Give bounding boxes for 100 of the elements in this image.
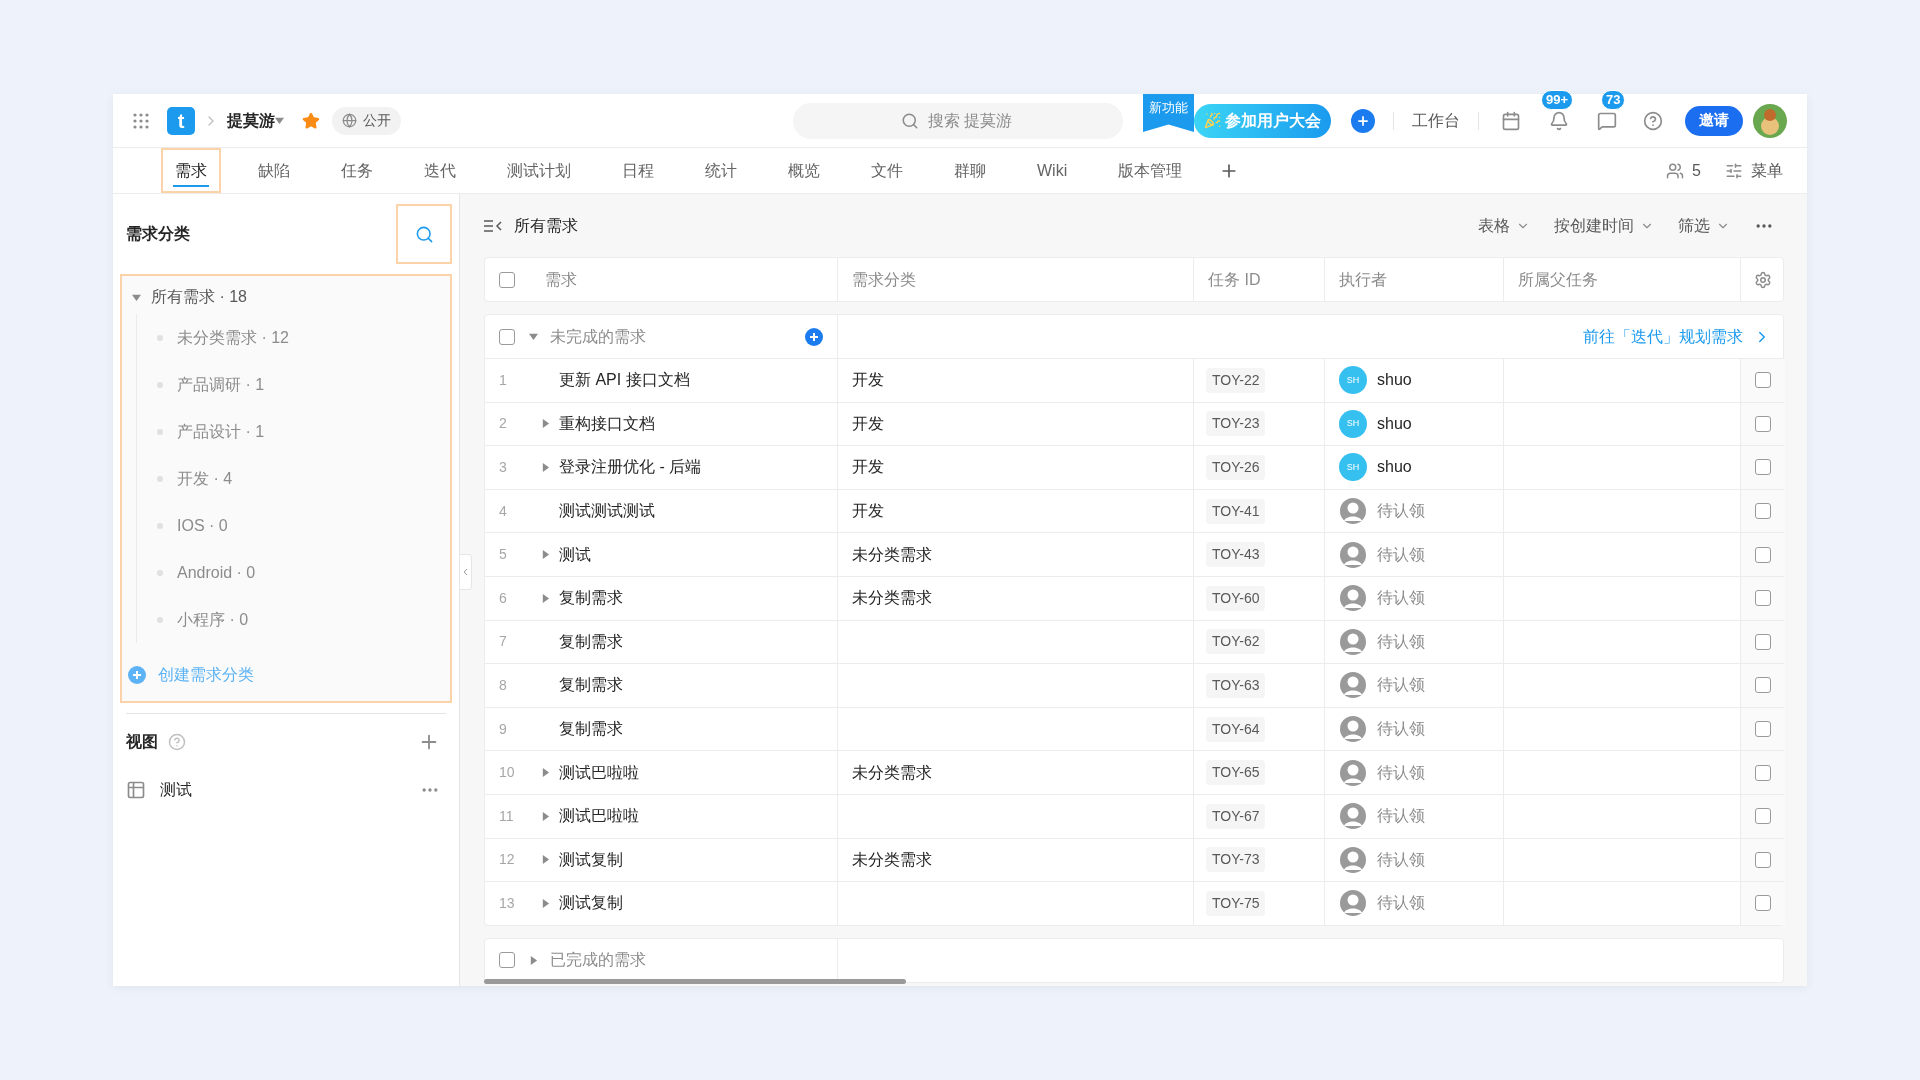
group-title[interactable]: 已完成的需求 bbox=[550, 948, 646, 973]
assignee-name: 待认领 bbox=[1377, 501, 1425, 522]
assignee-name: shuo bbox=[1377, 413, 1412, 434]
requirement-title[interactable]: 复制需求 bbox=[559, 586, 623, 611]
tab[interactable]: 统计 bbox=[691, 148, 751, 193]
category-text: 未分类需求 bbox=[852, 544, 932, 565]
requirement-title[interactable]: 更新 API 接口文档 bbox=[559, 368, 690, 393]
task-id-tag[interactable]: TOY-26 bbox=[1206, 455, 1266, 480]
user-avatar: SH bbox=[1339, 366, 1367, 395]
task-id-tag[interactable]: TOY-23 bbox=[1206, 411, 1266, 437]
dropdown-button[interactable]: 表格 bbox=[1478, 213, 1530, 238]
column-header[interactable]: 所属父任务 bbox=[1518, 267, 1598, 292]
requirement-title[interactable]: 复制需求 bbox=[559, 717, 623, 742]
row-number: 13 bbox=[498, 893, 516, 913]
tab[interactable]: 缺陷 bbox=[244, 148, 304, 193]
assignee-name: 待认领 bbox=[1377, 806, 1425, 827]
visibility-pill[interactable]: 公开 bbox=[332, 106, 401, 135]
assignee-name: 待认领 bbox=[1377, 762, 1425, 783]
category-text: 开发 bbox=[852, 457, 884, 478]
row-number: 10 bbox=[498, 763, 516, 783]
workbench-link[interactable]: 工作台 bbox=[1412, 108, 1460, 133]
row-number: 11 bbox=[498, 806, 515, 826]
notification-badge: 99+ bbox=[1541, 89, 1574, 110]
category-text: 未分类需求 bbox=[852, 762, 932, 783]
requirement-title[interactable]: 测试复制 bbox=[559, 891, 623, 916]
row-number: 7 bbox=[498, 632, 508, 652]
tab[interactable]: 文件 bbox=[857, 148, 917, 193]
requirement-title[interactable]: 测试巴啦啦 bbox=[559, 804, 639, 829]
column-header[interactable]: 任务 ID bbox=[1208, 267, 1261, 292]
category-text: 开发 bbox=[852, 501, 884, 522]
group-title[interactable]: 未完成的需求 bbox=[550, 324, 646, 349]
project-name[interactable]: 提莫游 bbox=[227, 108, 275, 133]
assignee-name: 待认领 bbox=[1377, 719, 1425, 740]
view-item[interactable]: 测试 bbox=[160, 778, 192, 802]
assignee-name: 待认领 bbox=[1377, 849, 1425, 870]
task-id-tag[interactable]: TOY-75 bbox=[1206, 890, 1266, 916]
tab[interactable]: Wiki bbox=[1023, 148, 1082, 193]
assignee-name: 待认领 bbox=[1377, 893, 1425, 914]
row-number: 8 bbox=[498, 675, 508, 695]
task-id-tag[interactable]: TOY-62 bbox=[1206, 629, 1266, 655]
assignee-name: shuo bbox=[1377, 370, 1412, 391]
tree-item[interactable]: 所有需求 · 18 bbox=[151, 285, 247, 309]
tab[interactable]: 迭代 bbox=[410, 148, 470, 193]
tab[interactable]: 日程 bbox=[608, 148, 668, 193]
dropdown-button[interactable]: 按创建时间 bbox=[1554, 213, 1654, 238]
requirement-title[interactable]: 测试 bbox=[559, 542, 591, 567]
task-id-tag[interactable]: TOY-43 bbox=[1206, 542, 1266, 568]
views-title: 视图 bbox=[126, 732, 158, 752]
column-header[interactable]: 需求 bbox=[545, 267, 577, 292]
tab[interactable]: 群聊 bbox=[940, 148, 1000, 193]
requirement-title[interactable]: 测试巴啦啦 bbox=[559, 760, 639, 785]
requirement-title[interactable]: 测试复制 bbox=[559, 847, 623, 872]
member-count[interactable]: 5 bbox=[1692, 158, 1701, 183]
requirement-title[interactable]: 登录注册优化 - 后端 bbox=[559, 455, 702, 480]
column-header[interactable]: 需求分类 bbox=[852, 267, 916, 292]
requirement-title[interactable]: 测试测试测试 bbox=[559, 499, 655, 524]
task-id-tag[interactable]: TOY-63 bbox=[1206, 672, 1266, 698]
category-text: 未分类需求 bbox=[852, 588, 932, 609]
sidebar-title: 需求分类 bbox=[126, 224, 190, 244]
task-id-tag[interactable]: TOY-22 bbox=[1206, 367, 1266, 393]
task-id-tag[interactable]: TOY-64 bbox=[1206, 716, 1266, 742]
tab[interactable]: 概览 bbox=[774, 148, 834, 193]
row-number: 6 bbox=[498, 588, 508, 608]
assignee-name: 待认领 bbox=[1377, 544, 1425, 565]
invite-button[interactable]: 邀请 bbox=[1685, 105, 1743, 136]
assignee-name: 待认领 bbox=[1377, 588, 1425, 609]
category-text: 未分类需求 bbox=[852, 849, 932, 870]
requirement-title[interactable]: 重构接口文档 bbox=[559, 411, 655, 436]
row-number: 9 bbox=[498, 719, 508, 739]
user-avatar: SH bbox=[1339, 409, 1367, 438]
user-avatar: SH bbox=[1339, 453, 1367, 482]
message-badge: 73 bbox=[1601, 89, 1626, 110]
task-id-tag[interactable]: TOY-60 bbox=[1206, 585, 1266, 611]
tab[interactable]: 需求 bbox=[161, 148, 221, 193]
assignee-name: 待认领 bbox=[1377, 675, 1425, 696]
assignee-name: 待认领 bbox=[1377, 631, 1425, 652]
assignee-name: shuo bbox=[1377, 457, 1412, 478]
row-number: 2 bbox=[498, 414, 508, 434]
tab[interactable]: 任务 bbox=[327, 148, 387, 193]
task-id-tag[interactable]: TOY-65 bbox=[1206, 760, 1266, 786]
task-id-tag[interactable]: TOY-67 bbox=[1206, 803, 1266, 829]
new-feature-ribbon: 新功能 bbox=[1143, 94, 1194, 132]
tab[interactable]: 版本管理 bbox=[1104, 148, 1197, 193]
category-text: 开发 bbox=[852, 413, 884, 434]
row-number: 3 bbox=[498, 458, 508, 477]
search-field[interactable]: 搜索 提莫游 bbox=[793, 102, 1123, 139]
row-number: 1 bbox=[498, 370, 508, 390]
column-header[interactable]: 执行者 bbox=[1339, 267, 1387, 292]
task-id-tag[interactable]: TOY-41 bbox=[1206, 498, 1266, 524]
row-number: 12 bbox=[498, 850, 516, 870]
requirement-title[interactable]: 复制需求 bbox=[559, 673, 623, 698]
requirement-title[interactable]: 复制需求 bbox=[559, 629, 623, 654]
tab[interactable]: 测试计划 bbox=[493, 148, 585, 193]
list-title: 所有需求 bbox=[514, 215, 578, 236]
row-number: 4 bbox=[498, 501, 508, 521]
dropdown-button[interactable]: 筛选 bbox=[1678, 213, 1730, 238]
category-text: 开发 bbox=[852, 370, 884, 391]
menu-link[interactable]: 菜单 bbox=[1751, 158, 1783, 183]
row-number: 5 bbox=[498, 545, 508, 565]
task-id-tag[interactable]: TOY-73 bbox=[1206, 847, 1266, 873]
